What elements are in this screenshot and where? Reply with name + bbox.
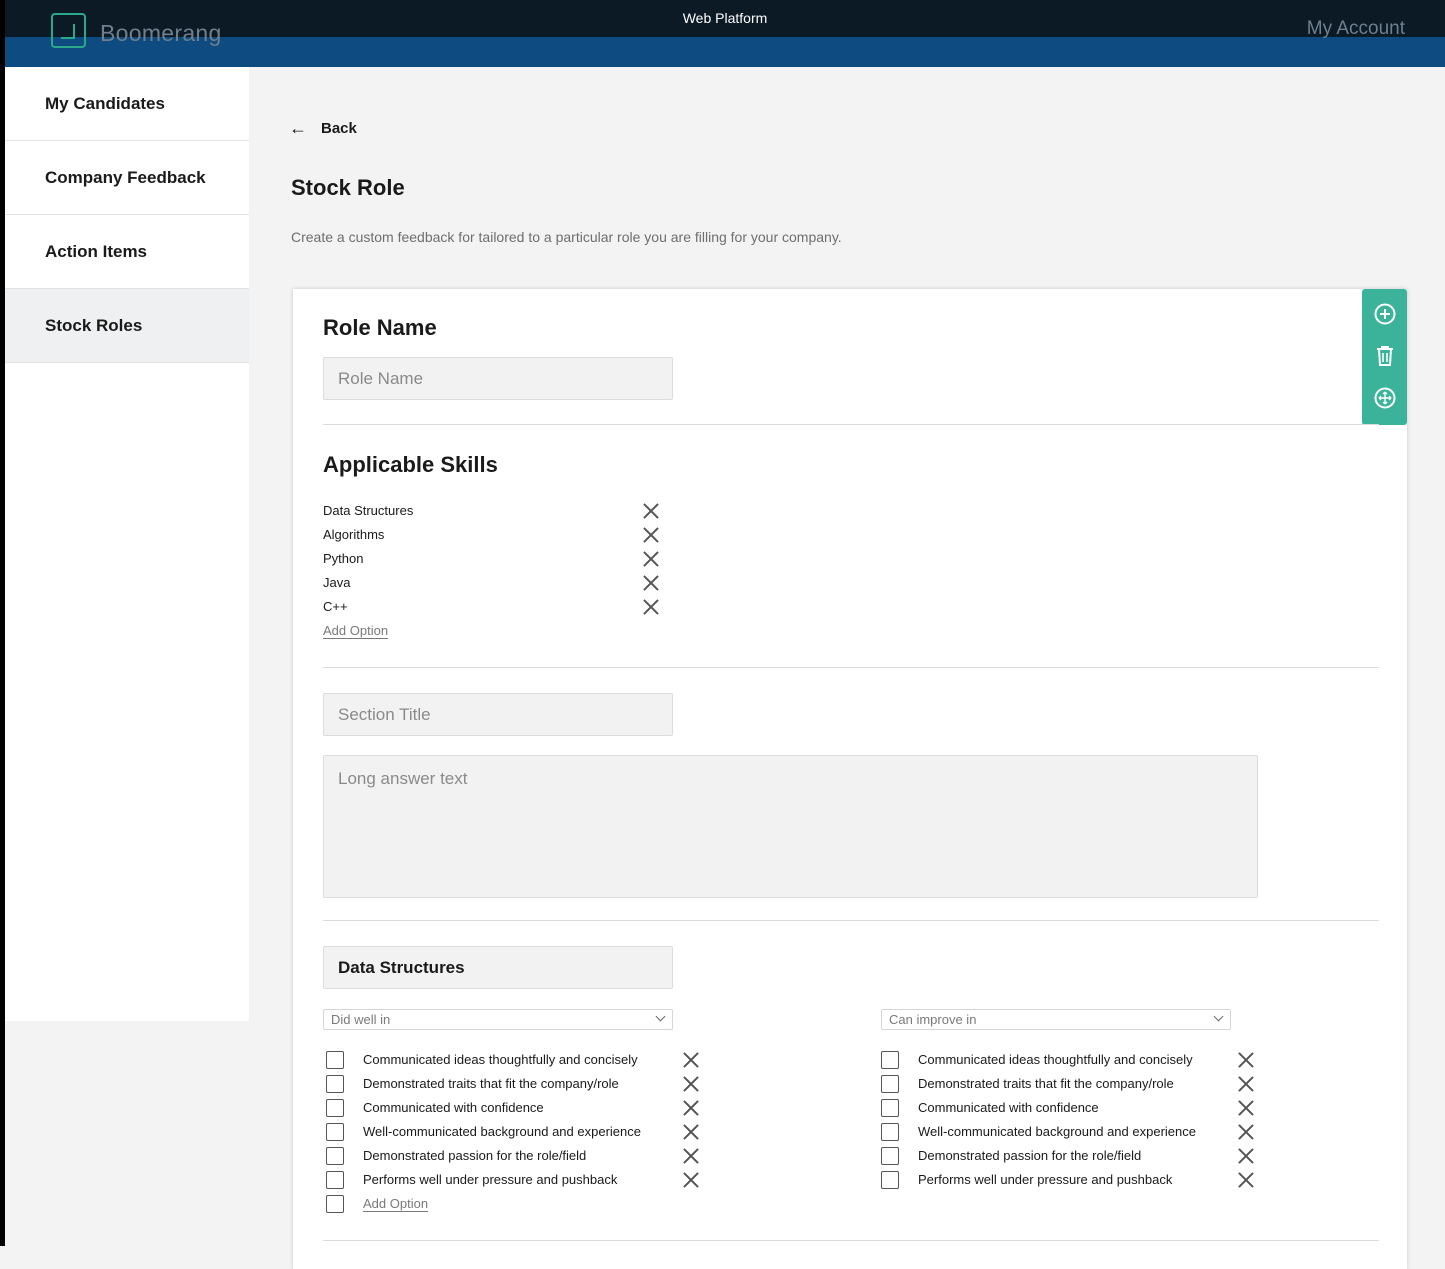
checkbox[interactable] [881,1147,899,1165]
checkbox[interactable] [326,1171,344,1189]
skill-item: Data Structures [323,503,414,518]
checkbox[interactable] [326,1075,344,1093]
did-well-option-label: Demonstrated passion for the role/field [363,1148,587,1163]
did-well-option-label: Communicated ideas thoughtfully and conc… [363,1052,638,1067]
section-title-input[interactable]: Section Title [323,693,673,736]
sidebar-item-stock-roles[interactable]: Stock Roles [5,289,249,363]
close-icon[interactable] [683,1124,699,1140]
checkbox[interactable] [326,1099,344,1117]
add-circle-icon[interactable] [1373,302,1397,326]
move-icon[interactable] [1373,386,1397,410]
close-icon[interactable] [683,1100,699,1116]
can-improve-select-value: Can improve in [889,1012,977,1027]
skill-item: Python [323,551,364,566]
close-icon[interactable] [643,551,659,567]
checkbox[interactable] [326,1123,344,1141]
close-icon[interactable] [1238,1052,1254,1068]
close-icon[interactable] [1238,1148,1254,1164]
skill-item: Java [323,575,351,590]
floating-toolbar [1362,289,1407,425]
add-did-well-option-link[interactable]: Add Option [363,1196,428,1211]
checkbox[interactable] [881,1171,899,1189]
close-icon[interactable] [643,599,659,615]
can-improve-option-label: Well-communicated background and experie… [918,1124,1196,1139]
checkbox[interactable] [881,1075,899,1093]
my-account-link[interactable]: My Account [1307,18,1405,40]
can-improve-option-label: Demonstrated passion for the role/field [918,1148,1142,1163]
checkbox[interactable] [326,1147,344,1165]
chevron-down-icon [655,1011,666,1022]
page-title: Stock Role [291,175,405,200]
checkbox[interactable] [326,1051,344,1069]
chevron-down-icon [1213,1011,1224,1022]
brand-name[interactable]: Boomerang [100,20,222,47]
close-icon[interactable] [1238,1076,1254,1092]
logo-icon[interactable] [51,13,86,48]
long-answer-textarea[interactable]: Long answer text [323,755,1258,898]
skills-heading: Applicable Skills [323,452,498,477]
close-icon[interactable] [643,575,659,591]
can-improve-select[interactable]: Can improve in [881,1009,1231,1030]
page-description: Create a custom feedback for tailored to… [291,229,842,245]
close-icon[interactable] [683,1076,699,1092]
skill-block-title-input[interactable]: Data Structures [323,946,673,989]
checkbox[interactable] [326,1195,344,1213]
checkbox[interactable] [881,1099,899,1117]
role-name-heading: Role Name [323,315,437,340]
divider [323,1240,1379,1241]
close-icon[interactable] [1238,1100,1254,1116]
sidebar-item-action-items[interactable]: Action Items [5,215,249,289]
close-icon[interactable] [1238,1124,1254,1140]
back-arrow-icon: ← [289,118,307,138]
divider [323,424,1379,425]
can-improve-option-label: Demonstrated traits that fit the company… [918,1076,1174,1091]
add-skill-option-link[interactable]: Add Option [323,623,388,638]
did-well-option-label: Well-communicated background and experie… [363,1124,641,1139]
can-improve-option-label: Communicated with confidence [918,1100,1099,1115]
sidebar-item-company-feedback[interactable]: Company Feedback [5,141,249,215]
did-well-select[interactable]: Did well in [323,1009,673,1030]
trash-icon[interactable] [1373,344,1397,368]
can-improve-option-label: Performs well under pressure and pushbac… [918,1172,1173,1187]
close-icon[interactable] [683,1148,699,1164]
close-icon[interactable] [683,1172,699,1188]
top-bar: Web Platform Boomerang My Account [5,0,1445,67]
did-well-option-label: Performs well under pressure and pushbac… [363,1172,618,1187]
back-link[interactable]: ← Back [289,118,357,139]
close-icon[interactable] [1238,1172,1254,1188]
did-well-select-value: Did well in [331,1012,391,1027]
close-icon[interactable] [683,1052,699,1068]
can-improve-option-label: Communicated ideas thoughtfully and conc… [918,1052,1193,1067]
back-label: Back [321,120,357,137]
skill-item: Algorithms [323,527,385,542]
divider [323,920,1379,921]
sidebar-item-my-candidates[interactable]: My Candidates [5,67,249,141]
checkbox[interactable] [881,1123,899,1141]
skill-item: C++ [323,599,348,614]
did-well-option-label: Demonstrated traits that fit the company… [363,1076,619,1091]
role-name-input[interactable]: Role Name [323,357,673,400]
checkbox[interactable] [881,1051,899,1069]
close-icon[interactable] [643,527,659,543]
did-well-option-label: Communicated with confidence [363,1100,544,1115]
sidebar: My Candidates Company Feedback Action It… [5,67,249,1021]
close-icon[interactable] [643,503,659,519]
divider [323,667,1379,668]
